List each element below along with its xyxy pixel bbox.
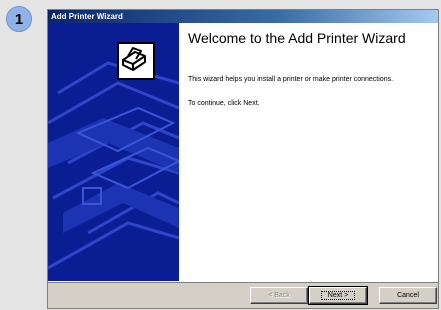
printer-icon bbox=[117, 42, 155, 80]
add-printer-wizard-window: Add Printer Wizard Welcome to the Add Pr… bbox=[47, 9, 439, 309]
step-number-badge: 1 bbox=[6, 6, 32, 32]
next-button-label: Next > bbox=[320, 291, 356, 300]
wizard-instruction: To continue, click Next. bbox=[188, 100, 260, 107]
cancel-button[interactable]: Cancel bbox=[379, 287, 437, 304]
back-button[interactable]: < Back bbox=[250, 287, 308, 304]
printer-watermark-graphic bbox=[48, 61, 179, 270]
wizard-description: This wizard helps you install a printer … bbox=[188, 76, 394, 83]
wizard-heading: Welcome to the Add Printer Wizard bbox=[188, 30, 406, 46]
wizard-side-panel bbox=[48, 23, 179, 281]
window-title: Add Printer Wizard bbox=[48, 10, 438, 23]
button-bar: < Back Next > Cancel bbox=[48, 281, 438, 308]
next-button[interactable]: Next > bbox=[308, 286, 368, 305]
wizard-content: Welcome to the Add Printer Wizard This w… bbox=[179, 23, 438, 281]
